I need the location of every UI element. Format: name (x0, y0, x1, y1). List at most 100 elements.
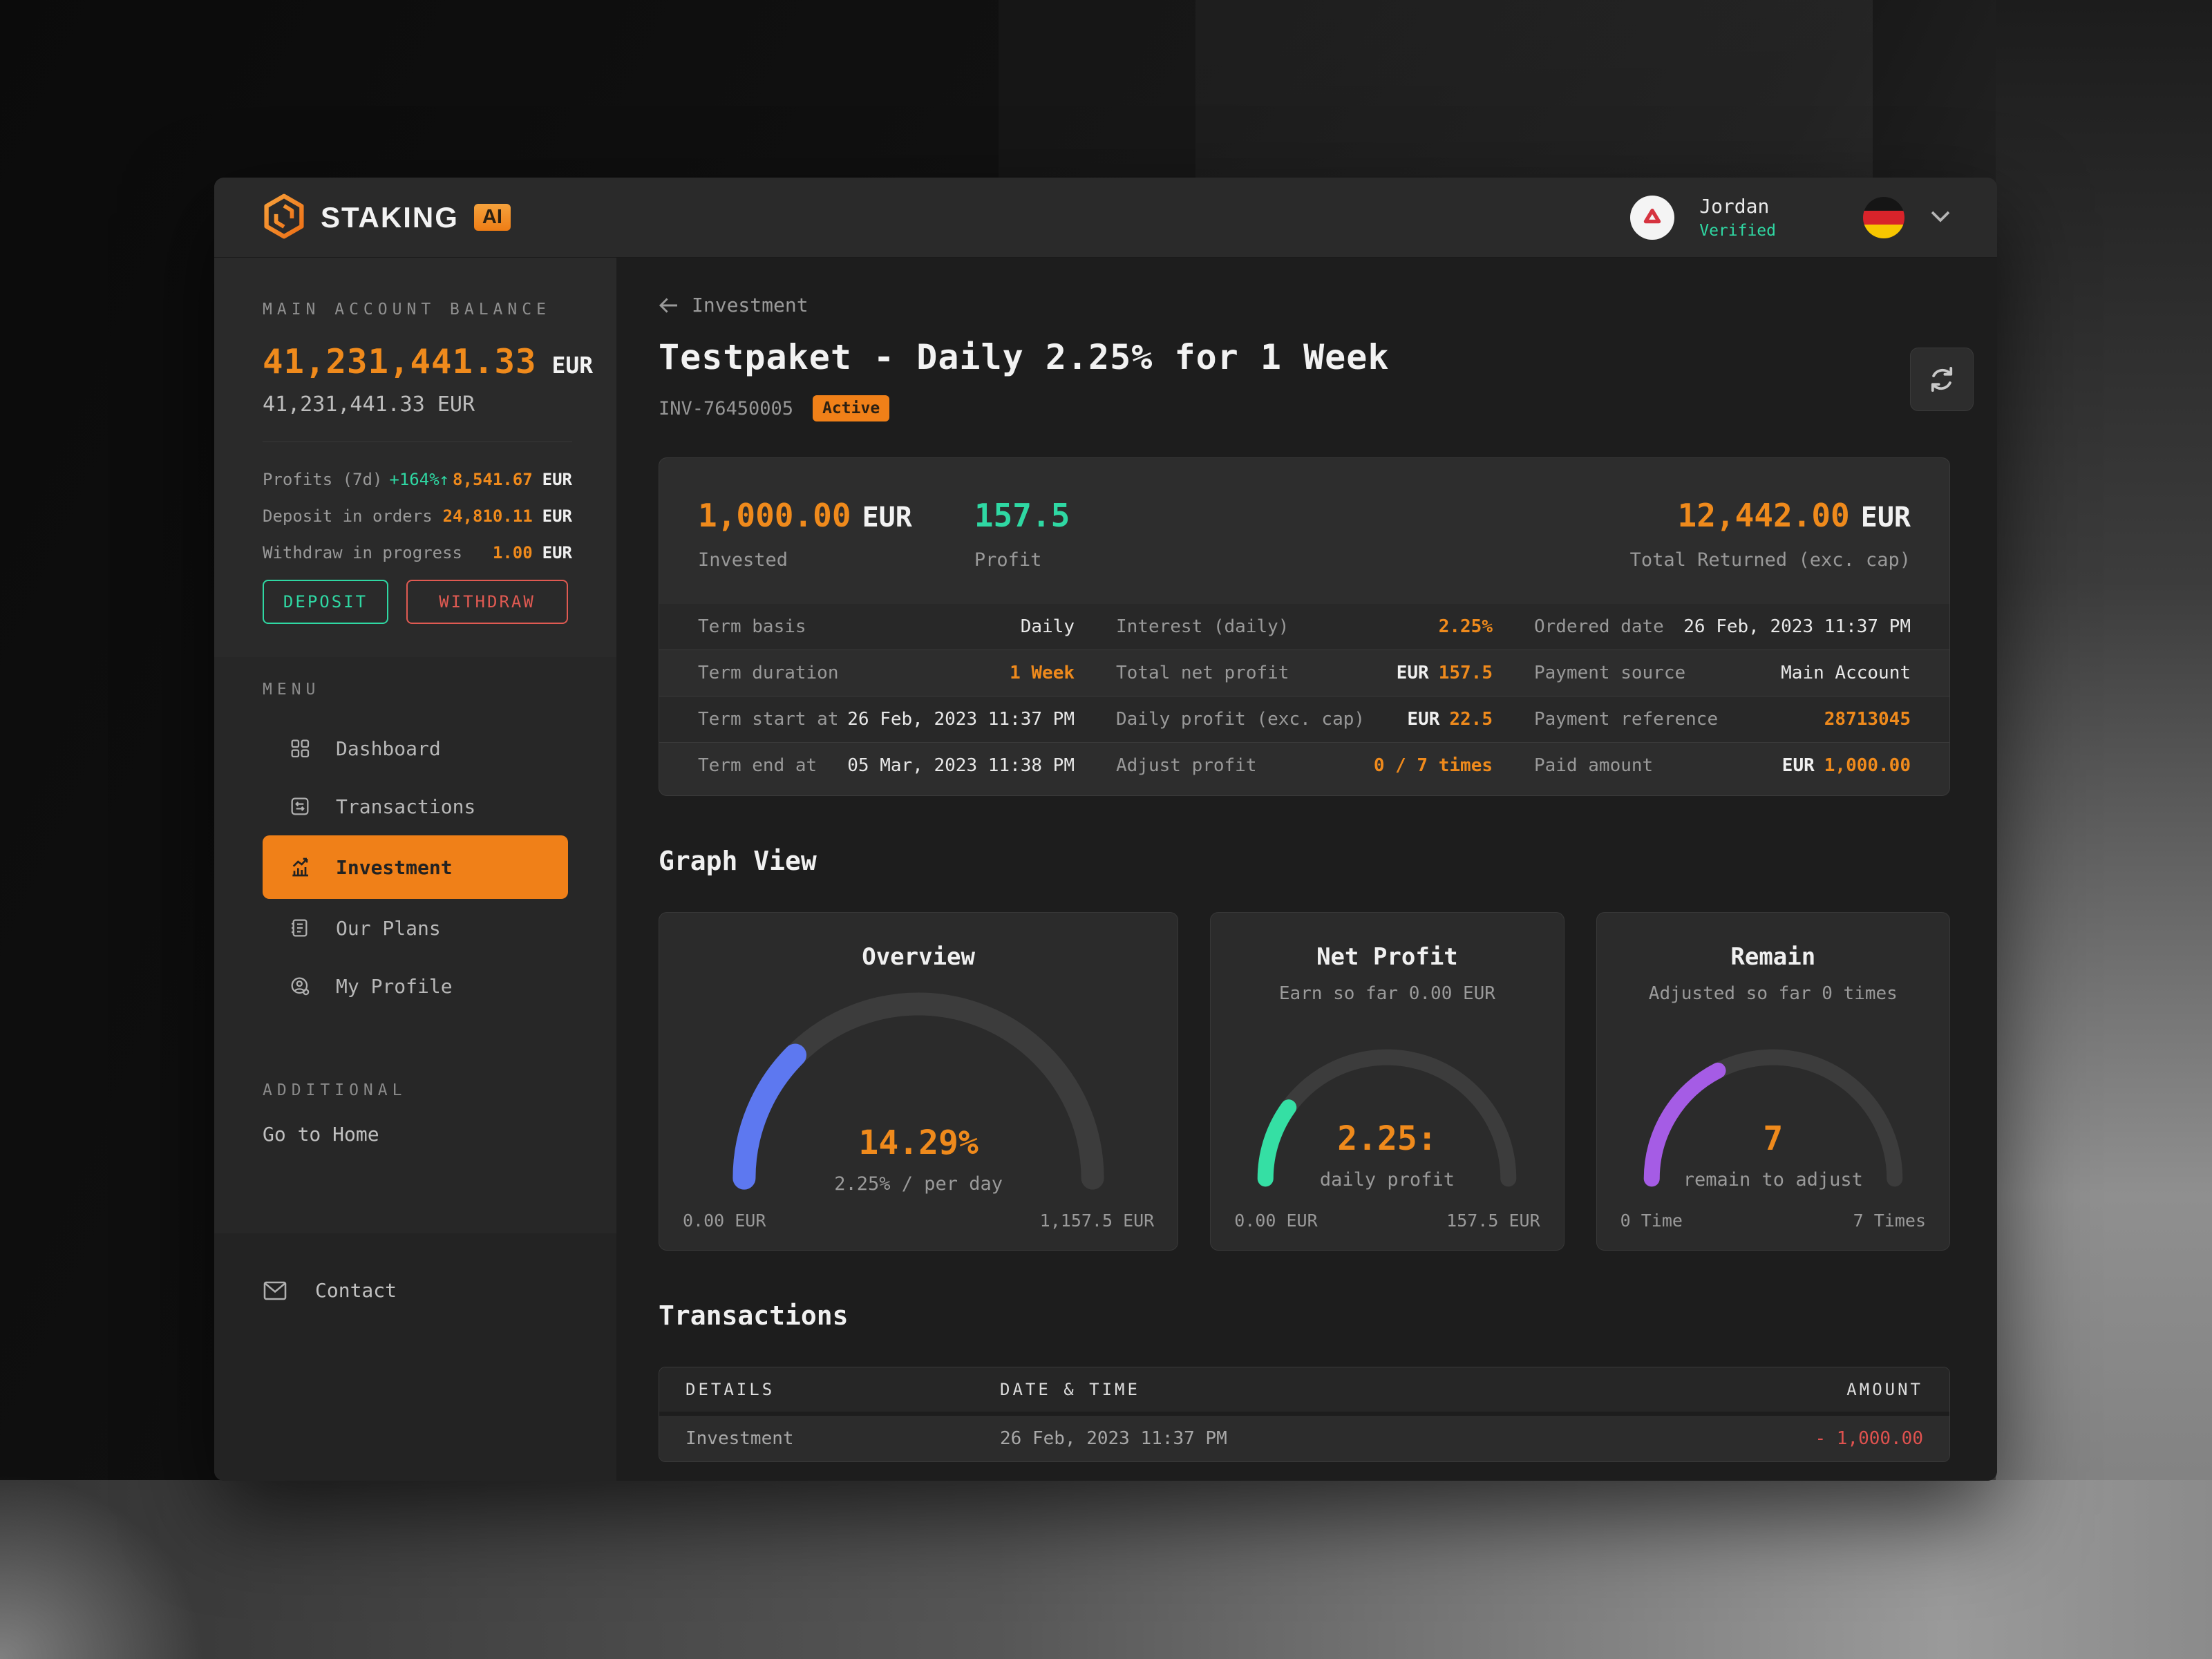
gauge-value: 2.25: (1337, 1119, 1437, 1158)
sidebar-item-our-plans[interactable]: Our Plans (263, 899, 568, 957)
gauge-card-net-profit: Net Profit Earn so far 0.00 EUR 2.25: da… (1210, 912, 1564, 1251)
mail-icon (263, 1280, 287, 1301)
invested-label: Invested (698, 549, 912, 571)
brand-name: STAKING (321, 201, 459, 234)
stat-value: 1.00 (493, 543, 533, 562)
detail-value: Main Account (1781, 663, 1911, 683)
sidebar-item-label: Dashboard (336, 737, 441, 760)
withdraw-button[interactable]: WITHDRAW (406, 580, 568, 624)
stat-value: 24,810.11 (443, 506, 533, 526)
table-row: Term duration1 Week Total net profitEUR1… (659, 650, 1949, 696)
sidebar-item-dashboard[interactable]: Dashboard (263, 719, 568, 777)
tx-amount: - 1,000.00 (1702, 1428, 1923, 1449)
back-label: Investment (692, 294, 809, 316)
investment-summary-card: 1,000.00 EUR Invested 157.5 Profit 12, (659, 457, 1950, 796)
gauge-max-label: 7 Times (1853, 1211, 1926, 1231)
stat-label: Withdraw in progress (263, 543, 462, 562)
returned-value: 12,442.00 (1678, 497, 1850, 534)
avatar-logo-icon (1639, 205, 1665, 231)
gauge-caption: daily profit (1320, 1169, 1455, 1191)
detail-value: 26 Feb, 2023 11:37 PM (847, 709, 1075, 730)
stat-label: Deposit in orders (263, 506, 433, 526)
detail-value: 1 Week (1010, 663, 1075, 683)
top-header: STAKING AI Jordan Verified (214, 178, 1997, 258)
sidebar: MAIN ACCOUNT BALANCE 41,231,441.33 EUR 4… (214, 258, 616, 1481)
refresh-button[interactable] (1910, 348, 1974, 411)
transactions-table: DETAILS DATE & TIME AMOUNT Investment 26… (659, 1367, 1950, 1462)
detail-value: EUR157.5 (1397, 663, 1493, 683)
main-content: Investment Testpaket - Daily 2.25% for 1… (616, 258, 1997, 1481)
user-name: Jordan (1699, 195, 1776, 218)
gauge-min-label: 0.00 EUR (683, 1211, 766, 1231)
investment-details-table: Term basisDaily Interest (daily)2.25% Or… (659, 604, 1949, 788)
gauge-title: Net Profit (1211, 943, 1563, 971)
detail-label: Term end at (698, 755, 817, 776)
detail-value: 05 Mar, 2023 11:38 PM (847, 755, 1075, 776)
detail-value: 2.25% (1439, 616, 1493, 637)
back-arrow-icon (659, 297, 679, 314)
detail-label: Payment source (1534, 663, 1685, 683)
detail-label: Daily profit (exc. cap) (1116, 709, 1365, 730)
transactions-heading: Transactions (659, 1300, 1950, 1331)
detail-value: 0 / 7 times (1374, 755, 1493, 776)
column-header-details: DETAILS (686, 1380, 1000, 1399)
user-meta: Jordan Verified (1699, 195, 1776, 240)
deposit-button[interactable]: DEPOSIT (263, 580, 388, 624)
stat-withdraw-in-progress: Withdraw in progress 1.00 EUR (263, 543, 572, 562)
detail-label: Interest (daily) (1116, 616, 1289, 637)
gauge-caption: remain to adjust (1683, 1169, 1863, 1191)
go-to-home-link[interactable]: Go to Home (263, 1123, 616, 1146)
chevron-down-icon[interactable] (1929, 210, 1951, 225)
detail-value: EUR1,000.00 (1782, 755, 1911, 776)
detail-label: Term basis (698, 616, 806, 637)
brand-logo[interactable]: STAKING AI (263, 193, 511, 242)
contact-link[interactable]: Contact (263, 1279, 568, 1302)
transactions-icon (289, 795, 311, 817)
stat-label: Profits (7d) (263, 470, 382, 489)
column-header-datetime: DATE & TIME (1000, 1380, 1702, 1399)
detail-label: Payment reference (1534, 709, 1718, 730)
balance-panel: MAIN ACCOUNT BALANCE 41,231,441.33 EUR 4… (214, 258, 616, 657)
currency-prefix: EUR (1407, 709, 1439, 730)
sidebar-item-investment[interactable]: Investment (263, 835, 568, 899)
staking-hexagon-icon (263, 193, 305, 242)
back-to-investment-link[interactable]: Investment (659, 294, 809, 316)
tx-details: Investment (686, 1428, 1000, 1449)
invested-currency: EUR (862, 502, 912, 533)
sidebar-item-my-profile[interactable]: My Profile (263, 957, 568, 1015)
stat-profits-7d: Profits (7d) +164%↑ 8,541.67 EUR (263, 470, 572, 489)
stat-currency: EUR (542, 506, 572, 526)
detail-value: EUR22.5 (1407, 709, 1493, 730)
transactions-table-header: DETAILS DATE & TIME AMOUNT (659, 1367, 1949, 1412)
page-title: Testpaket - Daily 2.25% for 1 Week (659, 337, 1950, 377)
returned-currency: EUR (1861, 502, 1911, 533)
sidebar-item-label: Our Plans (336, 917, 441, 940)
detail-label: Term start at (698, 709, 839, 730)
sidebar-item-label: Transactions (336, 795, 475, 818)
sidebar-item-label: My Profile (336, 975, 453, 998)
stat-value: 8,541.67 (453, 470, 533, 489)
balance-currency: EUR (552, 352, 594, 379)
table-row: Investment 26 Feb, 2023 11:37 PM - 1,000… (659, 1416, 1949, 1461)
gauge-subtitle: Earn so far 0.00 EUR (1211, 983, 1563, 1004)
detail-value: 26 Feb, 2023 11:37 PM (1683, 616, 1911, 637)
profile-icon (289, 975, 311, 997)
contact-panel: Contact (214, 1233, 616, 1481)
table-row: Term basisDaily Interest (daily)2.25% Or… (659, 604, 1949, 650)
gauge-caption: 2.25% / per day (834, 1173, 1003, 1195)
detail-value: Daily (1021, 616, 1075, 637)
gauge-title: Remain (1597, 943, 1949, 971)
gauge-min-label: 0.00 EUR (1234, 1211, 1317, 1231)
returned-label: Total Returned (exc. cap) (1630, 549, 1911, 571)
balance-value: 41,231,441.33 (263, 342, 537, 381)
language-flag-german[interactable] (1863, 197, 1904, 238)
status-badge: Active (813, 395, 889, 421)
dashboard-grid-icon (289, 737, 311, 759)
gauge-remain: 7 remain to adjust (1629, 1040, 1918, 1191)
detail-label: Adjust profit (1116, 755, 1257, 776)
gauge-card-remain: Remain Adjusted so far 0 times 7 remain … (1596, 912, 1950, 1251)
sidebar-item-transactions[interactable]: Transactions (263, 777, 568, 835)
gauge-max-label: 1,157.5 EUR (1040, 1211, 1155, 1231)
avatar[interactable] (1630, 196, 1674, 240)
tx-datetime: 26 Feb, 2023 11:37 PM (1000, 1428, 1702, 1449)
